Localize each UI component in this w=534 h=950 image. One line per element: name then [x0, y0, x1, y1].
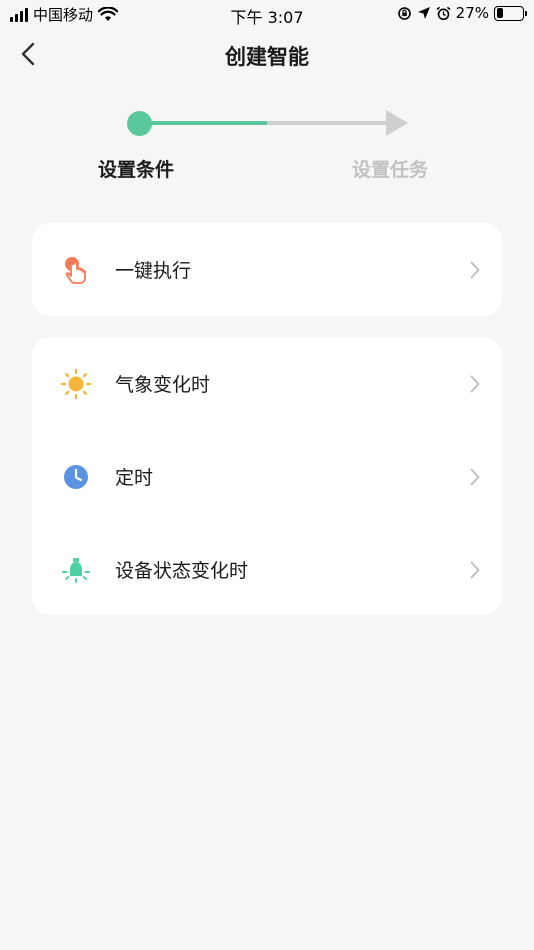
condition-item-timer[interactable]: 定时: [32, 430, 502, 523]
status-bar-right: 27%: [397, 4, 527, 22]
battery-icon: [494, 5, 527, 21]
step-progress-remaining: [267, 121, 391, 125]
clock-icon: [60, 461, 92, 493]
status-bar: 中国移动 下午 3:07 27%: [0, 0, 534, 28]
location-arrow-icon: [417, 7, 430, 19]
tap-hand-icon: [60, 254, 92, 286]
stepper: 设置条件 设置任务: [0, 100, 534, 190]
chevron-right-icon: [468, 260, 482, 280]
chevron-right-icon: [468, 467, 482, 487]
condition-card-manual: 一键执行: [32, 223, 502, 316]
alarm-icon: [436, 6, 451, 20]
condition-item-weather-change[interactable]: 气象变化时: [32, 337, 502, 430]
battery-fill: [496, 8, 504, 18]
sun-icon: [60, 368, 92, 400]
page-title: 创建智能: [225, 45, 309, 69]
nav-bar: 创建智能: [0, 28, 534, 82]
step-arrow-icon: [386, 110, 408, 136]
condition-label: 气象变化时: [115, 374, 211, 396]
chevron-right-icon: [468, 560, 482, 580]
condition-item-device-state-change[interactable]: 设备状态变化时: [32, 523, 502, 616]
orientation-lock-icon: [397, 6, 411, 20]
condition-card-auto: 气象变化时 定时 设备状态变化时: [32, 337, 502, 615]
step-label-set-task: 设置任务: [352, 159, 429, 181]
bulb-icon: [60, 554, 92, 586]
step-current-dot: [127, 111, 152, 136]
condition-label: 定时: [115, 467, 154, 489]
step-progress-done: [140, 121, 267, 125]
battery-percent: 27%: [455, 4, 489, 22]
condition-label: 一键执行: [115, 260, 192, 282]
step-label-set-condition: 设置条件: [98, 159, 175, 181]
condition-label: 设备状态变化时: [115, 560, 249, 582]
chevron-right-icon: [468, 374, 482, 394]
condition-item-one-click[interactable]: 一键执行: [32, 223, 502, 316]
